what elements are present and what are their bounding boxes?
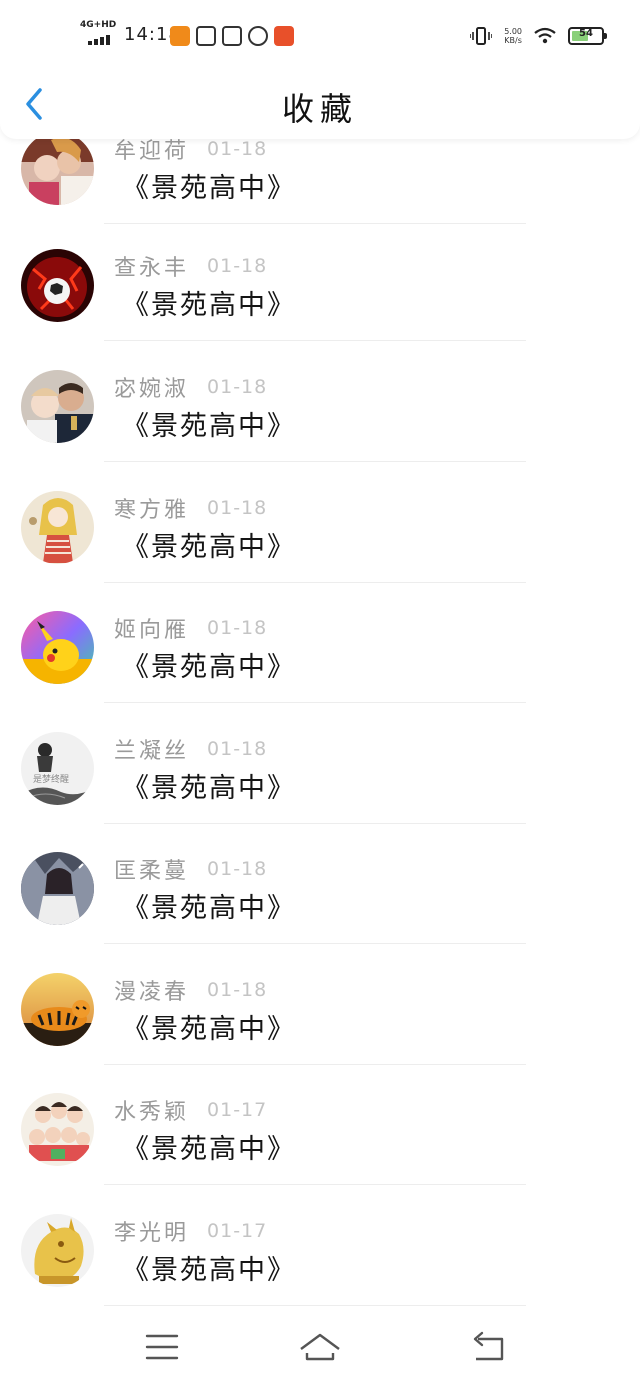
list-item[interactable]: 宓婉淑 01-18 《景苑高中》 bbox=[0, 370, 640, 490]
item-date: 01-18 bbox=[207, 497, 268, 519]
avatar-caption: 是梦终醒 bbox=[33, 773, 69, 785]
divider bbox=[104, 1184, 526, 1185]
list-item[interactable]: 牟迎荷 01-18 《景苑高中》 bbox=[0, 132, 640, 252]
network-indicator: 4G+HD bbox=[80, 20, 118, 46]
divider bbox=[104, 823, 526, 824]
item-meta: 李光明 01-17 bbox=[114, 1216, 267, 1246]
item-meta: 漫凌春 01-18 bbox=[114, 975, 267, 1005]
item-title[interactable]: 《景苑高中》 bbox=[122, 1007, 296, 1046]
divider bbox=[104, 223, 526, 224]
avatar bbox=[21, 973, 94, 1046]
author-name: 查永丰 bbox=[114, 256, 190, 281]
item-date: 01-18 bbox=[207, 617, 268, 639]
avatar bbox=[21, 491, 94, 564]
avatar bbox=[21, 249, 94, 322]
avatar bbox=[21, 852, 94, 925]
author-name: 姬向雁 bbox=[114, 618, 190, 643]
list-item[interactable]: 水秀颖 01-17 《景苑高中》 bbox=[0, 1093, 640, 1213]
item-title[interactable]: 《景苑高中》 bbox=[122, 886, 296, 925]
author-name: 寒方雅 bbox=[114, 498, 190, 523]
compass-icon bbox=[248, 26, 268, 46]
item-date: 01-18 bbox=[207, 979, 268, 1001]
page-title: 收藏 bbox=[281, 90, 358, 128]
item-date: 01-17 bbox=[207, 1220, 268, 1242]
speed-unit: KB/s bbox=[504, 36, 522, 45]
item-meta: 寒方雅 01-18 bbox=[114, 493, 267, 523]
divider bbox=[104, 461, 526, 462]
item-title[interactable]: 《景苑高中》 bbox=[122, 283, 296, 322]
avatar: 是梦终醒 bbox=[21, 732, 94, 805]
author-name: 兰凝丝 bbox=[114, 739, 190, 764]
item-date: 01-18 bbox=[207, 858, 268, 880]
author-name: 宓婉淑 bbox=[114, 377, 190, 402]
signal-icon bbox=[88, 35, 110, 45]
divider bbox=[104, 340, 526, 341]
item-meta: 兰凝丝 01-18 bbox=[114, 734, 267, 764]
home-button[interactable] bbox=[298, 1327, 342, 1367]
author-name: 漫凌春 bbox=[114, 980, 190, 1005]
avatar bbox=[21, 370, 94, 443]
list-item[interactable]: 寒方雅 01-18 《景苑高中》 bbox=[0, 491, 640, 611]
divider bbox=[104, 943, 526, 944]
notification-icons bbox=[170, 26, 294, 46]
list-item[interactable]: 姬向雁 01-18 《景苑高中》 bbox=[0, 611, 640, 731]
author-name: 水秀颖 bbox=[114, 1100, 190, 1125]
item-date: 01-18 bbox=[207, 738, 268, 760]
list-item[interactable]: 漫凌春 01-18 《景苑高中》 bbox=[0, 973, 640, 1093]
system-status: 5.00 KB/s 54 bbox=[470, 24, 607, 48]
avatar bbox=[21, 1214, 94, 1287]
screen: 牟迎荷 01-18 《景苑高中》 查永丰 01-18 《景苑高中》 宓婉淑 01… bbox=[0, 0, 640, 1387]
menu-icon[interactable] bbox=[140, 1327, 184, 1367]
wifi-icon bbox=[534, 27, 556, 44]
item-date: 01-17 bbox=[207, 1099, 268, 1121]
shopping-app-icon bbox=[274, 26, 294, 46]
item-date: 01-18 bbox=[207, 138, 268, 160]
menu-button[interactable] bbox=[140, 1327, 184, 1367]
network-label: 4G+HD bbox=[80, 20, 117, 30]
vibrate-icon bbox=[470, 27, 493, 45]
status-bar: 4G+HD 14:18 5.00 KB/s 54 bbox=[0, 18, 640, 54]
item-meta: 水秀颖 01-17 bbox=[114, 1095, 267, 1125]
divider bbox=[104, 1064, 526, 1065]
divider bbox=[104, 582, 526, 583]
list-item[interactable]: 匡柔蔓 01-18 《景苑高中》 bbox=[0, 852, 640, 972]
play-icon bbox=[196, 26, 216, 46]
item-title[interactable]: 《景苑高中》 bbox=[122, 645, 296, 684]
item-meta: 匡柔蔓 01-18 bbox=[114, 854, 267, 884]
item-title[interactable]: 《景苑高中》 bbox=[122, 166, 296, 205]
list-item[interactable]: 是梦终醒 兰凝丝 01-18 《景苑高中》 bbox=[0, 732, 640, 852]
item-title[interactable]: 《景苑高中》 bbox=[122, 404, 296, 443]
item-meta: 姬向雁 01-18 bbox=[114, 613, 267, 643]
chat-icon bbox=[222, 26, 242, 46]
battery-icon: 54 bbox=[568, 27, 607, 45]
item-title[interactable]: 《景苑高中》 bbox=[122, 766, 296, 805]
item-title[interactable]: 《景苑高中》 bbox=[122, 525, 296, 564]
avatar bbox=[21, 132, 94, 205]
author-name: 匡柔蔓 bbox=[114, 859, 190, 884]
author-name: 李光明 bbox=[114, 1221, 190, 1246]
speed-value: 5.00 bbox=[504, 27, 522, 36]
home-icon[interactable] bbox=[298, 1327, 342, 1367]
back-nav-button[interactable] bbox=[466, 1327, 510, 1367]
header: 4G+HD 14:18 5.00 KB/s 54 收藏 bbox=[0, 0, 640, 139]
back-arrow-icon[interactable] bbox=[466, 1327, 510, 1367]
list-item[interactable]: 查永丰 01-18 《景苑高中》 bbox=[0, 249, 640, 369]
divider bbox=[104, 702, 526, 703]
avatar bbox=[21, 1093, 94, 1166]
avatar bbox=[21, 611, 94, 684]
item-meta: 查永丰 01-18 bbox=[114, 251, 267, 281]
network-speed: 5.00 KB/s bbox=[504, 27, 522, 45]
item-date: 01-18 bbox=[207, 255, 268, 277]
item-meta: 宓婉淑 01-18 bbox=[114, 372, 267, 402]
item-date: 01-18 bbox=[207, 376, 268, 398]
item-title[interactable]: 《景苑高中》 bbox=[122, 1127, 296, 1166]
item-title[interactable]: 《景苑高中》 bbox=[122, 1248, 296, 1287]
system-nav-bar bbox=[0, 1309, 640, 1387]
divider bbox=[104, 1305, 526, 1306]
battery-level: 54 bbox=[579, 28, 593, 39]
notification-app-icon bbox=[170, 26, 190, 46]
